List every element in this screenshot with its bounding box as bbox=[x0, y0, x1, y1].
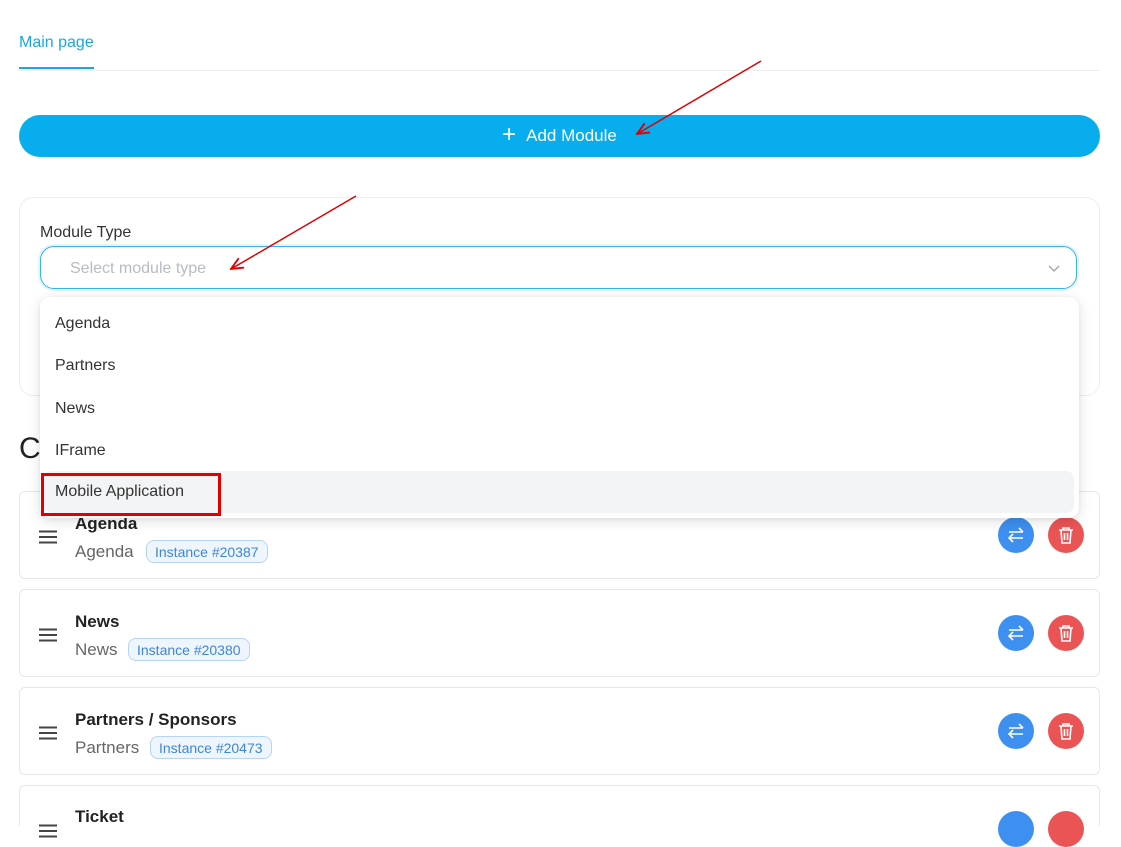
trash-icon bbox=[1059, 527, 1073, 544]
section-heading: C bbox=[19, 432, 41, 465]
option-agenda[interactable]: Agenda bbox=[44, 303, 1074, 345]
delete-button[interactable] bbox=[1048, 517, 1084, 553]
option-news[interactable]: News bbox=[44, 388, 1074, 430]
drag-handle-icon[interactable] bbox=[38, 824, 58, 838]
highlight-box bbox=[41, 473, 221, 516]
swap-button[interactable] bbox=[998, 517, 1034, 553]
swap-button[interactable] bbox=[998, 811, 1034, 847]
module-row: News News Instance #20380 bbox=[19, 589, 1100, 677]
option-partners[interactable]: Partners bbox=[44, 345, 1074, 387]
swap-button[interactable] bbox=[998, 713, 1034, 749]
swap-icon bbox=[1007, 723, 1024, 739]
swap-icon bbox=[1007, 625, 1024, 641]
delete-button[interactable] bbox=[1048, 713, 1084, 749]
delete-button[interactable] bbox=[1048, 811, 1084, 847]
swap-button[interactable] bbox=[998, 615, 1034, 651]
module-row: Ticket bbox=[19, 785, 1100, 847]
drag-handle-icon[interactable] bbox=[38, 628, 58, 642]
tab-main-page[interactable]: Main page bbox=[19, 34, 94, 69]
module-type-label: Module Type bbox=[40, 224, 132, 241]
instance-badge: Instance #20380 bbox=[128, 638, 250, 661]
plus-icon: + bbox=[502, 120, 517, 148]
module-type: Partners bbox=[75, 738, 140, 757]
add-module-label: Add Module bbox=[526, 126, 617, 145]
chevron-down-icon bbox=[1048, 265, 1060, 272]
swap-icon bbox=[1007, 527, 1024, 543]
module-title: Ticket bbox=[75, 807, 124, 826]
option-iframe[interactable]: IFrame bbox=[44, 430, 1074, 472]
drag-handle-icon[interactable] bbox=[38, 530, 58, 544]
module-type: News bbox=[75, 640, 118, 659]
tab-bar: Main page bbox=[19, 0, 1100, 71]
select-placeholder: Select module type bbox=[70, 260, 207, 277]
delete-button[interactable] bbox=[1048, 615, 1084, 651]
module-type-select[interactable]: Select module type bbox=[40, 246, 1077, 289]
drag-handle-icon[interactable] bbox=[38, 726, 58, 740]
trash-icon bbox=[1059, 723, 1073, 740]
module-type: Agenda bbox=[75, 542, 134, 561]
instance-badge: Instance #20473 bbox=[150, 736, 272, 759]
instance-badge: Instance #20387 bbox=[146, 540, 268, 563]
trash-icon bbox=[1059, 625, 1073, 642]
module-title: News bbox=[75, 612, 120, 631]
module-row: Partners / Sponsors Partners Instance #2… bbox=[19, 687, 1100, 775]
module-title: Partners / Sponsors bbox=[75, 710, 237, 729]
add-module-button[interactable]: + Add Module bbox=[19, 115, 1100, 157]
